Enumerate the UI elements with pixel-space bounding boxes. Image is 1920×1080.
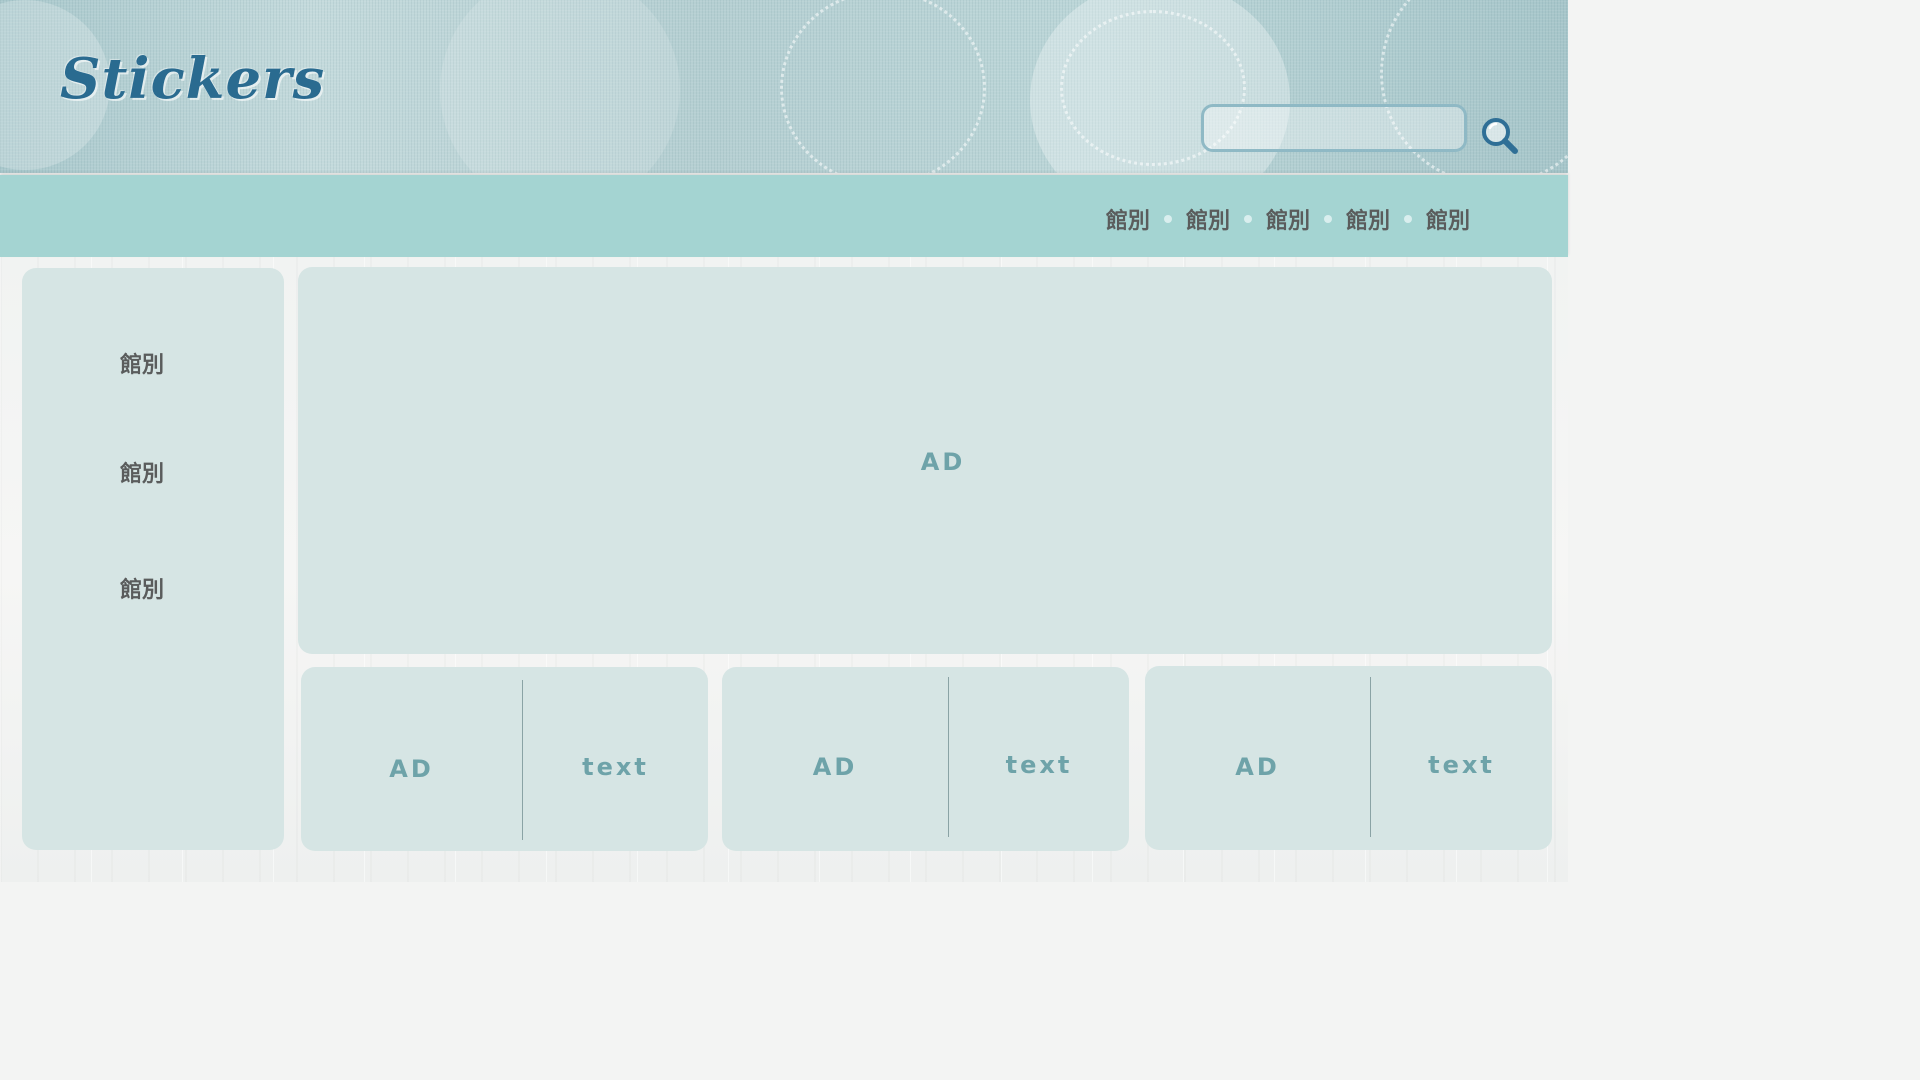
- nav-separator-dot: [1243, 215, 1252, 223]
- sidebar-item-3[interactable]: 館別: [22, 572, 262, 604]
- banner-ad[interactable]: AD: [298, 267, 1552, 654]
- card-ad-label: AD: [389, 755, 434, 783]
- ad-card-3[interactable]: AD text: [1145, 666, 1552, 850]
- search-icon[interactable]: [1480, 116, 1520, 156]
- sidebar-item-2[interactable]: 館別: [22, 456, 262, 488]
- nav-separator-dot: [1323, 215, 1332, 223]
- main-navbar: 館別 館別 館別 館別 館別: [0, 175, 1568, 257]
- nav-separator-dot: [1403, 215, 1412, 223]
- nav-item-3[interactable]: 館別: [1266, 203, 1310, 235]
- nav-item-1[interactable]: 館別: [1106, 203, 1150, 235]
- nav-item-5[interactable]: 館別: [1426, 203, 1470, 235]
- card-ad-label: AD: [1235, 753, 1280, 781]
- sidebar-item-1[interactable]: 館別: [22, 347, 262, 379]
- header-banner: Stickers: [0, 0, 1568, 173]
- nav-item-4[interactable]: 館別: [1346, 203, 1390, 235]
- card-text-label: text: [1428, 751, 1495, 779]
- ad-card-1[interactable]: AD text: [301, 667, 708, 851]
- nav-item-2[interactable]: 館別: [1186, 203, 1230, 235]
- card-ad-label: AD: [812, 753, 858, 781]
- nav-menu: 館別 館別 館別 館別 館別: [1106, 203, 1470, 235]
- card-text-label: text: [1005, 751, 1073, 779]
- banner-ad-label: AD: [920, 448, 966, 476]
- sidebar: 館別 館別 館別: [22, 268, 284, 850]
- fabric-pattern: [780, 0, 986, 173]
- search-input[interactable]: [1201, 104, 1467, 152]
- fabric-pattern: [440, 0, 680, 173]
- nav-separator-dot: [1163, 215, 1172, 223]
- site-logo[interactable]: Stickers: [60, 46, 325, 112]
- ad-card-2[interactable]: AD text: [722, 667, 1129, 851]
- card-text-label: text: [582, 753, 649, 781]
